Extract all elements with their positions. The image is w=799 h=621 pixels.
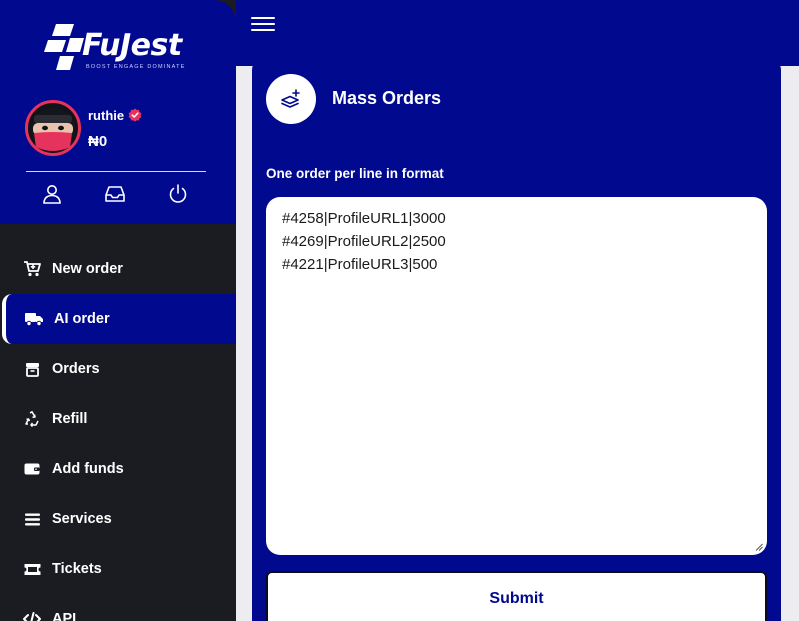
resize-grip-icon[interactable] [755, 543, 763, 551]
user-icon[interactable] [41, 183, 63, 205]
avatar[interactable] [25, 100, 81, 156]
wallet-icon [23, 460, 41, 478]
menu-toggle-icon[interactable] [251, 13, 275, 35]
list-icon [23, 510, 41, 528]
sidebar-item-services[interactable]: Services [0, 494, 236, 544]
mass-orders-card: Mass Orders One order per line in format… [252, 58, 781, 621]
profile-divider [26, 171, 206, 172]
sidebar-item-label: Tickets [52, 561, 102, 577]
sidebar-item-label: AI order [54, 311, 110, 327]
balance: ₦0 [88, 133, 108, 150]
logo-tagline: BOOST ENGAGE DOMINATE [86, 64, 186, 70]
sidebar-nav: New order AI order Orders Refill Add fun… [0, 244, 236, 621]
power-icon[interactable] [167, 183, 189, 205]
logo-mark-icon [44, 24, 84, 70]
sidebar-item-add-funds[interactable]: Add funds [0, 444, 236, 494]
sidebar-item-refill[interactable]: Refill [0, 394, 236, 444]
sidebar-item-label: Orders [52, 361, 100, 377]
sidebar-profile-panel: FuJest BOOST ENGAGE DOMINATE ruthie ₦0 [0, 0, 236, 224]
layers-add-icon [281, 89, 300, 108]
truck-icon [25, 310, 43, 328]
verified-badge-icon [128, 108, 142, 122]
submit-button[interactable]: Submit [266, 571, 767, 621]
sidebar-item-label: New order [52, 261, 123, 277]
sidebar: FuJest BOOST ENGAGE DOMINATE ruthie ₦0 N… [0, 0, 236, 621]
logo-text: FuJest [82, 28, 182, 63]
sidebar-item-label: Services [52, 511, 112, 527]
username: ruthie [88, 108, 125, 123]
inbox-icon[interactable] [104, 183, 126, 205]
code-icon [23, 610, 41, 621]
orders-textarea[interactable] [266, 197, 767, 555]
sidebar-item-tickets[interactable]: Tickets [0, 544, 236, 594]
page-title: Mass Orders [332, 88, 442, 108]
sidebar-item-orders[interactable]: Orders [0, 344, 236, 394]
sidebar-item-label: Refill [52, 411, 88, 427]
cart-icon [23, 260, 41, 278]
recycle-icon [23, 410, 41, 428]
ninja-avatar-icon [31, 108, 75, 152]
sidebar-item-label: API [52, 611, 77, 621]
format-label: One order per line in format [266, 166, 444, 181]
sidebar-item-api[interactable]: API [0, 594, 236, 621]
top-bar [236, 0, 799, 66]
sidebar-item-new-order[interactable]: New order [0, 244, 236, 294]
card-icon-badge [266, 74, 316, 124]
box-icon [23, 360, 41, 378]
sidebar-item-label: Add funds [52, 461, 124, 477]
logo[interactable]: FuJest BOOST ENGAGE DOMINATE [44, 22, 194, 72]
sidebar-item-ai-order[interactable]: AI order [2, 294, 236, 344]
ticket-icon [23, 560, 41, 578]
